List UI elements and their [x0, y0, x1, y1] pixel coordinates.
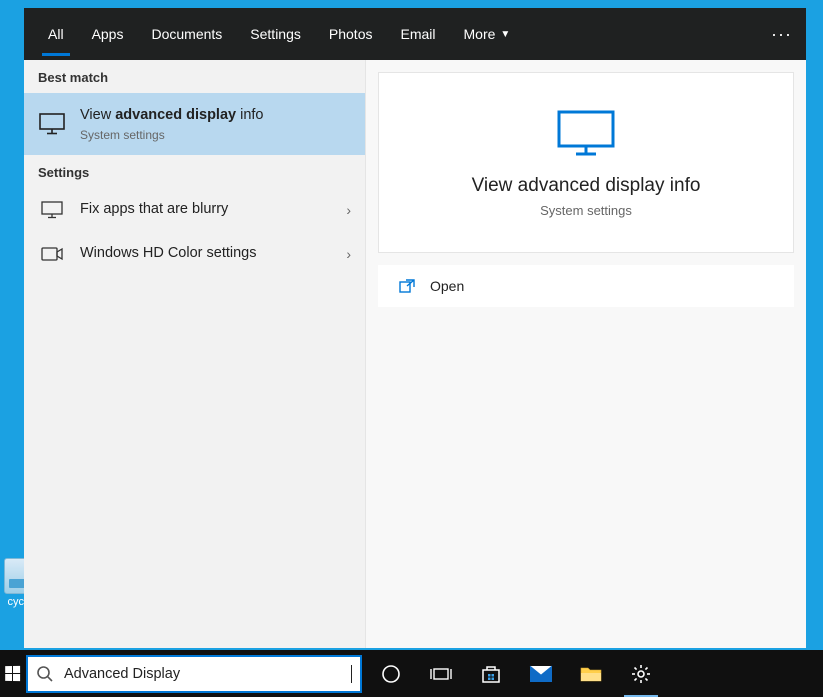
monitor-icon — [556, 109, 616, 157]
search-tabs: All Apps Documents Settings Photos Email… — [24, 8, 806, 60]
search-input[interactable] — [64, 666, 350, 682]
tab-all[interactable]: All — [34, 8, 78, 60]
result-title-prefix: View — [80, 107, 115, 123]
detail-title: View advanced display info — [399, 175, 773, 197]
result-view-advanced-display-info[interactable]: View advanced display info System settin… — [24, 93, 365, 155]
result-fix-blurry-apps[interactable]: Fix apps that are blurry › — [24, 188, 365, 232]
tab-settings[interactable]: Settings — [236, 8, 315, 60]
task-view-button[interactable] — [416, 650, 466, 697]
windows-logo-icon — [5, 666, 20, 681]
start-button[interactable] — [0, 650, 24, 697]
section-settings: Settings — [24, 155, 365, 188]
detail-pane: View advanced display info System settin… — [366, 60, 806, 648]
monitor-icon — [38, 110, 66, 138]
open-icon — [398, 277, 416, 295]
result-title: Fix apps that are blurry — [80, 200, 338, 220]
section-best-match: Best match — [24, 60, 365, 93]
result-text: View advanced display info System settin… — [80, 106, 351, 142]
taskbar-search-box[interactable] — [26, 655, 362, 693]
search-icon — [36, 665, 54, 683]
cortana-button[interactable] — [366, 650, 416, 697]
more-options-button[interactable]: ··· — [771, 8, 792, 60]
detail-subtitle: System settings — [399, 203, 773, 218]
tab-apps[interactable]: Apps — [78, 8, 138, 60]
chevron-right-icon: › — [346, 202, 351, 218]
result-title: View advanced display info — [80, 106, 351, 126]
tab-more[interactable]: More ▼ — [450, 8, 525, 60]
result-text: Fix apps that are blurry — [80, 200, 338, 220]
results-list: Best match View advanced display info Sy… — [24, 60, 366, 648]
result-windows-hd-color[interactable]: Windows HD Color settings › — [24, 232, 365, 276]
action-open[interactable]: Open — [378, 265, 794, 307]
result-text: Windows HD Color settings — [80, 244, 338, 264]
search-results-panel: All Apps Documents Settings Photos Email… — [24, 8, 806, 648]
mail-icon[interactable] — [516, 650, 566, 697]
camera-icon — [38, 240, 66, 268]
tab-email[interactable]: Email — [386, 8, 449, 60]
chevron-down-icon: ▼ — [500, 29, 510, 40]
chevron-right-icon: › — [346, 246, 351, 262]
action-open-label: Open — [430, 278, 464, 294]
result-title-bold: advanced display — [115, 107, 236, 123]
result-title-suffix: info — [236, 107, 263, 123]
tab-documents[interactable]: Documents — [137, 8, 236, 60]
store-icon[interactable] — [466, 650, 516, 697]
settings-icon[interactable] — [616, 650, 666, 697]
tab-more-label: More — [464, 26, 496, 42]
monitor-icon — [38, 196, 66, 224]
result-subtitle: System settings — [80, 128, 351, 142]
text-cursor — [351, 665, 352, 683]
search-body: Best match View advanced display info Sy… — [24, 60, 806, 648]
tab-photos[interactable]: Photos — [315, 8, 387, 60]
result-title: Windows HD Color settings — [80, 244, 338, 264]
detail-card: View advanced display info System settin… — [378, 72, 794, 253]
taskbar — [0, 650, 823, 697]
file-explorer-icon[interactable] — [566, 650, 616, 697]
taskbar-icons — [366, 650, 666, 697]
